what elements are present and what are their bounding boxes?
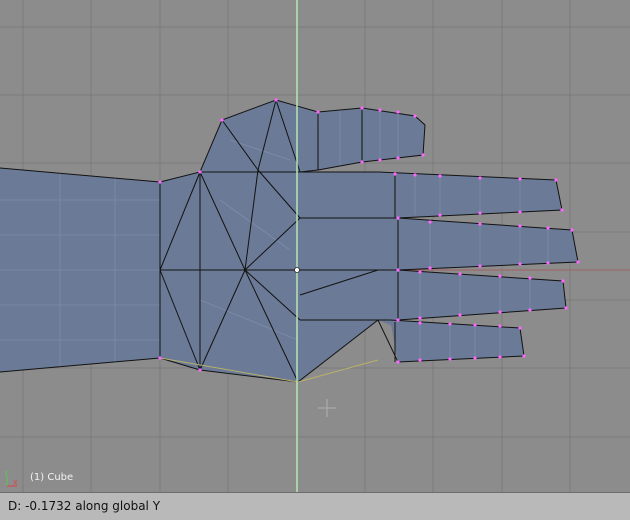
axis-y-label: Y — [3, 470, 9, 478]
object-label: (1) Cube — [30, 472, 74, 483]
transform-center — [294, 267, 300, 273]
transform-status-text: D: -0.1732 along global Y — [8, 499, 161, 513]
axis-gizmo-icon: Y X — [3, 470, 25, 490]
viewport-canvas[interactable] — [0, 0, 630, 492]
3d-cursor-icon[interactable] — [318, 399, 336, 417]
status-bar: D: -0.1732 along global Y — [0, 492, 630, 520]
3d-viewport[interactable]: Y X (1) Cube — [0, 0, 630, 492]
axis-x-label: X — [13, 479, 18, 487]
hand-mesh[interactable] — [0, 98, 580, 383]
